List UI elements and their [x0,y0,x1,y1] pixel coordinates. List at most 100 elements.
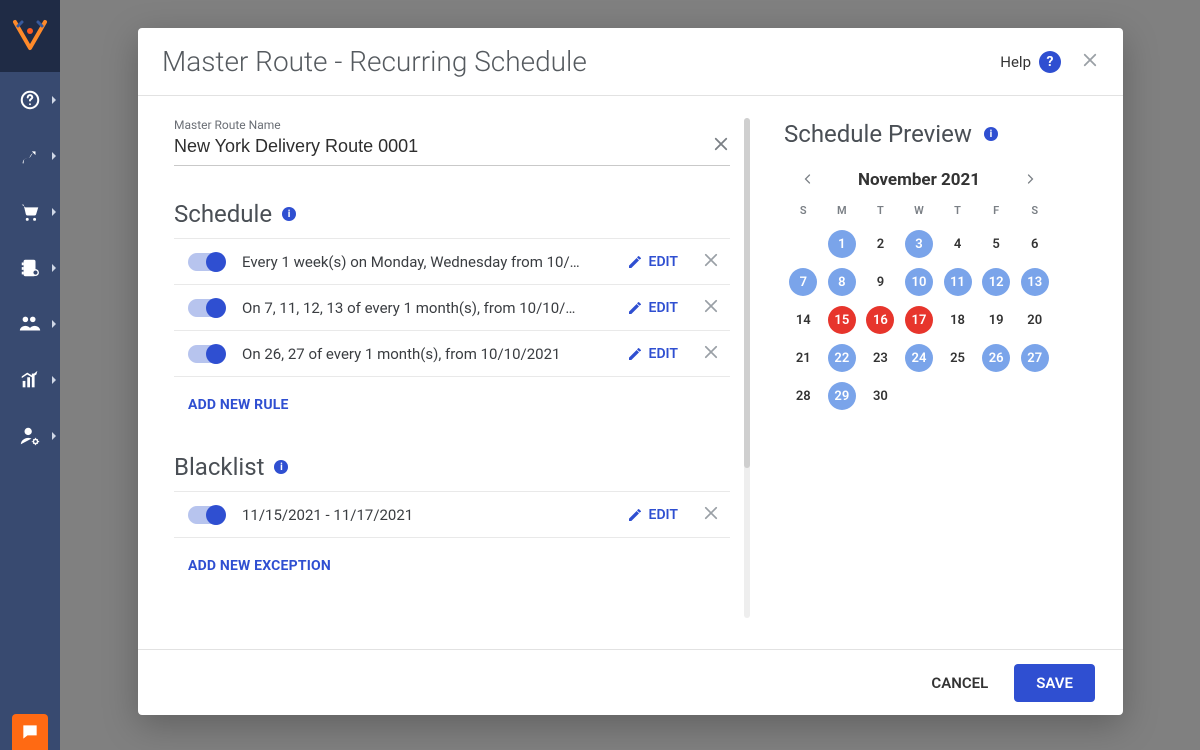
calendar-dow-label: W [900,204,939,221]
calendar-month-label: November 2021 [834,170,1004,190]
route-arrow-icon [10,145,50,167]
cart-icon [10,201,50,223]
cancel-button[interactable]: CANCEL [931,674,988,692]
pencil-icon [627,254,643,270]
close-icon [702,343,720,361]
calendar-day[interactable]: 18 [938,305,977,335]
chevron-left-icon [802,173,814,185]
info-icon[interactable]: i [274,460,288,474]
calendar-day[interactable]: 14 [784,305,823,335]
calendar-day[interactable]: 2 [861,229,900,259]
calendar-day[interactable]: 13 [1015,267,1054,297]
close-icon [702,251,720,269]
rule-toggle[interactable] [188,506,224,524]
schedule-editor-panel: Master Route Name Schedule i Every 1 wee… [174,118,748,649]
calendar-dow-label: F [977,204,1016,221]
blacklist-rule-row: 11/15/2021 - 11/17/2021 EDIT [174,492,730,538]
calendar-day[interactable]: 11 [938,267,977,297]
info-icon[interactable]: i [282,207,296,221]
calendar-day[interactable]: 28 [784,381,823,411]
pencil-icon [627,300,643,316]
info-icon[interactable]: i [984,127,998,141]
calendar-day[interactable]: 1 [823,229,862,259]
chat-icon [20,722,40,742]
route-name-input[interactable] [174,136,704,157]
calendar-day[interactable]: 6 [1015,229,1054,259]
calendar-day[interactable]: 25 [938,343,977,373]
calendar-dow-label: S [1015,204,1054,221]
rule-description: Every 1 week(s) on Monday, Wednesday fro… [242,253,613,271]
add-rule-button[interactable]: ADD NEW RULE [174,377,730,453]
sidebar-item-help[interactable] [0,72,60,128]
calendar-day[interactable]: 10 [900,267,939,297]
app-logo [0,0,60,72]
calendar-day[interactable]: 20 [1015,305,1054,335]
help-label[interactable]: Help [1000,53,1031,71]
calendar: November 2021 SMTWTFS1234567891011121314… [784,170,1054,411]
calendar-day[interactable]: 16 [861,305,900,335]
schedule-preview-panel: Schedule Preview i November 2021 SMTWTFS… [748,118,1107,649]
rule-description: On 7, 11, 12, 13 of every 1 month(s), fr… [242,299,613,317]
calendar-day[interactable]: 19 [977,305,1016,335]
delete-rule-button[interactable] [702,251,720,273]
edit-rule-button[interactable]: EDIT [627,507,678,523]
route-name-clear-button[interactable] [712,135,730,157]
chat-widget-button[interactable] [12,714,48,750]
app-sidebar [0,0,60,750]
help-icon[interactable]: ? [1039,51,1061,73]
user-gear-icon [10,425,50,447]
calendar-day[interactable]: 30 [861,381,900,411]
delete-rule-button[interactable] [702,504,720,526]
calendar-dow-label: S [784,204,823,221]
blacklist-section-title: Blacklist i [174,453,730,481]
question-circle-icon [10,89,50,111]
schedule-rule-row: On 7, 11, 12, 13 of every 1 month(s), fr… [174,285,730,331]
edit-rule-button[interactable]: EDIT [627,346,678,362]
calendar-day[interactable]: 26 [977,343,1016,373]
sidebar-item-addressbook[interactable] [0,240,60,296]
save-button[interactable]: SAVE [1014,664,1095,702]
pencil-icon [627,346,643,362]
scrollbar-thumb[interactable] [744,118,750,468]
close-icon [702,504,720,522]
sidebar-item-settings[interactable] [0,408,60,464]
modal-header: Master Route - Recurring Schedule Help ? [138,28,1123,96]
calendar-next-button[interactable] [1020,170,1040,190]
calendar-day[interactable]: 24 [900,343,939,373]
sidebar-item-orders[interactable] [0,184,60,240]
calendar-day[interactable]: 3 [900,229,939,259]
sidebar-item-analytics[interactable] [0,352,60,408]
calendar-prev-button[interactable] [798,170,818,190]
calendar-day[interactable]: 7 [784,267,823,297]
close-icon [712,135,730,153]
delete-rule-button[interactable] [702,343,720,365]
calendar-day[interactable]: 29 [823,381,862,411]
calendar-day[interactable]: 23 [861,343,900,373]
delete-rule-button[interactable] [702,297,720,319]
sidebar-item-routes[interactable] [0,128,60,184]
edit-rule-button[interactable]: EDIT [627,254,678,270]
rule-description: On 26, 27 of every 1 month(s), from 10/1… [242,345,613,363]
calendar-day[interactable]: 12 [977,267,1016,297]
rule-description: 11/15/2021 - 11/17/2021 [242,506,613,524]
rule-toggle[interactable] [188,299,224,317]
addressbook-icon [10,257,50,279]
calendar-day[interactable]: 9 [861,267,900,297]
sidebar-item-team[interactable] [0,296,60,352]
modal-title: Master Route - Recurring Schedule [162,45,1000,78]
add-exception-button[interactable]: ADD NEW EXCEPTION [174,538,730,594]
rule-toggle[interactable] [188,345,224,363]
modal-close-button[interactable] [1081,51,1099,73]
calendar-day[interactable]: 27 [1015,343,1054,373]
calendar-day[interactable]: 17 [900,305,939,335]
rule-toggle[interactable] [188,253,224,271]
edit-rule-button[interactable]: EDIT [627,300,678,316]
calendar-day[interactable]: 21 [784,343,823,373]
calendar-day[interactable]: 4 [938,229,977,259]
recurring-schedule-modal: Master Route - Recurring Schedule Help ?… [138,28,1123,715]
calendar-day[interactable]: 5 [977,229,1016,259]
team-icon [10,313,50,335]
calendar-day[interactable]: 8 [823,267,862,297]
calendar-day[interactable]: 15 [823,305,862,335]
calendar-day[interactable]: 22 [823,343,862,373]
